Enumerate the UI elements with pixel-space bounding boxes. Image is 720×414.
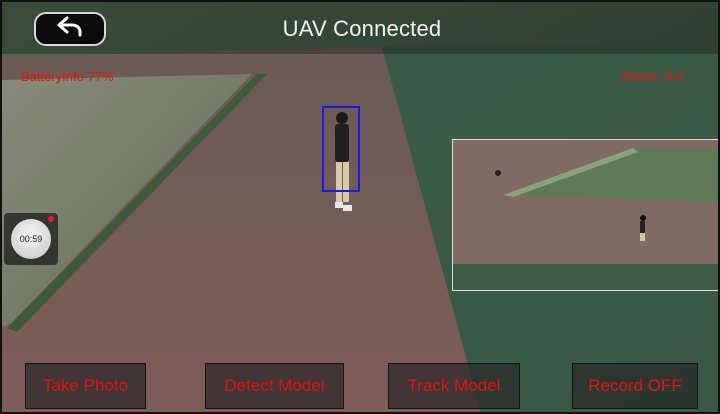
track-model-button[interactable]: Track Model bbox=[388, 363, 520, 409]
picture-in-picture-view[interactable] bbox=[452, 139, 718, 291]
tracker-status: Status: Kcf bbox=[621, 69, 684, 84]
timer-dial: 00:59 bbox=[11, 219, 51, 259]
record-toggle-button[interactable]: Record OFF bbox=[572, 363, 698, 409]
connection-title: UAV Connected bbox=[282, 16, 442, 41]
pip-feed bbox=[453, 140, 718, 290]
timer-widget[interactable]: 00:59 bbox=[4, 213, 58, 265]
timer-value: 00:59 bbox=[19, 234, 43, 244]
battery-info: BatteryInfo 77% bbox=[21, 69, 114, 84]
tracking-bounding-box bbox=[322, 106, 360, 192]
recording-dot-icon bbox=[48, 216, 54, 222]
drone-camera-view: UAV Connected BatteryInfo 77% Status: Kc… bbox=[0, 0, 720, 414]
take-photo-button[interactable]: Take Photo bbox=[25, 363, 146, 409]
detect-model-button[interactable]: Detect Model bbox=[205, 363, 344, 409]
